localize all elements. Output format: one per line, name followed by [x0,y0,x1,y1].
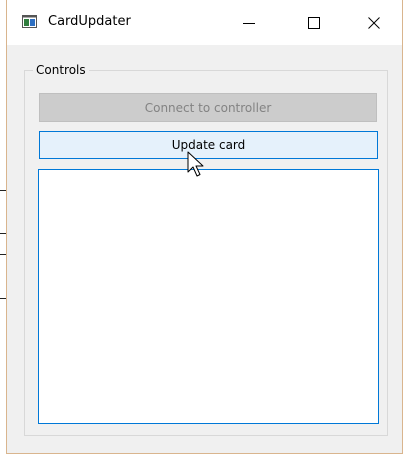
connect-to-controller-button[interactable]: Connect to controller [39,93,377,122]
close-icon [368,16,380,29]
app-window: CardUpdater Controls Connect to controll… [6,0,403,454]
controls-group-title: Controls [33,62,89,78]
maximize-icon [308,16,320,29]
minimize-icon [243,22,255,24]
app-window-icon [22,15,37,28]
maximize-button[interactable] [291,0,337,45]
update-card-button[interactable]: Update card [39,131,378,159]
output-text-area[interactable] [38,169,379,424]
window-title: CardUpdater [48,14,131,29]
mouse-pointer-icon [187,151,204,177]
close-button[interactable] [351,0,397,45]
title-bar[interactable]: CardUpdater [7,0,402,45]
screenshot-stage: CardUpdater Controls Connect to controll… [0,0,403,454]
minimize-button[interactable] [226,0,272,45]
